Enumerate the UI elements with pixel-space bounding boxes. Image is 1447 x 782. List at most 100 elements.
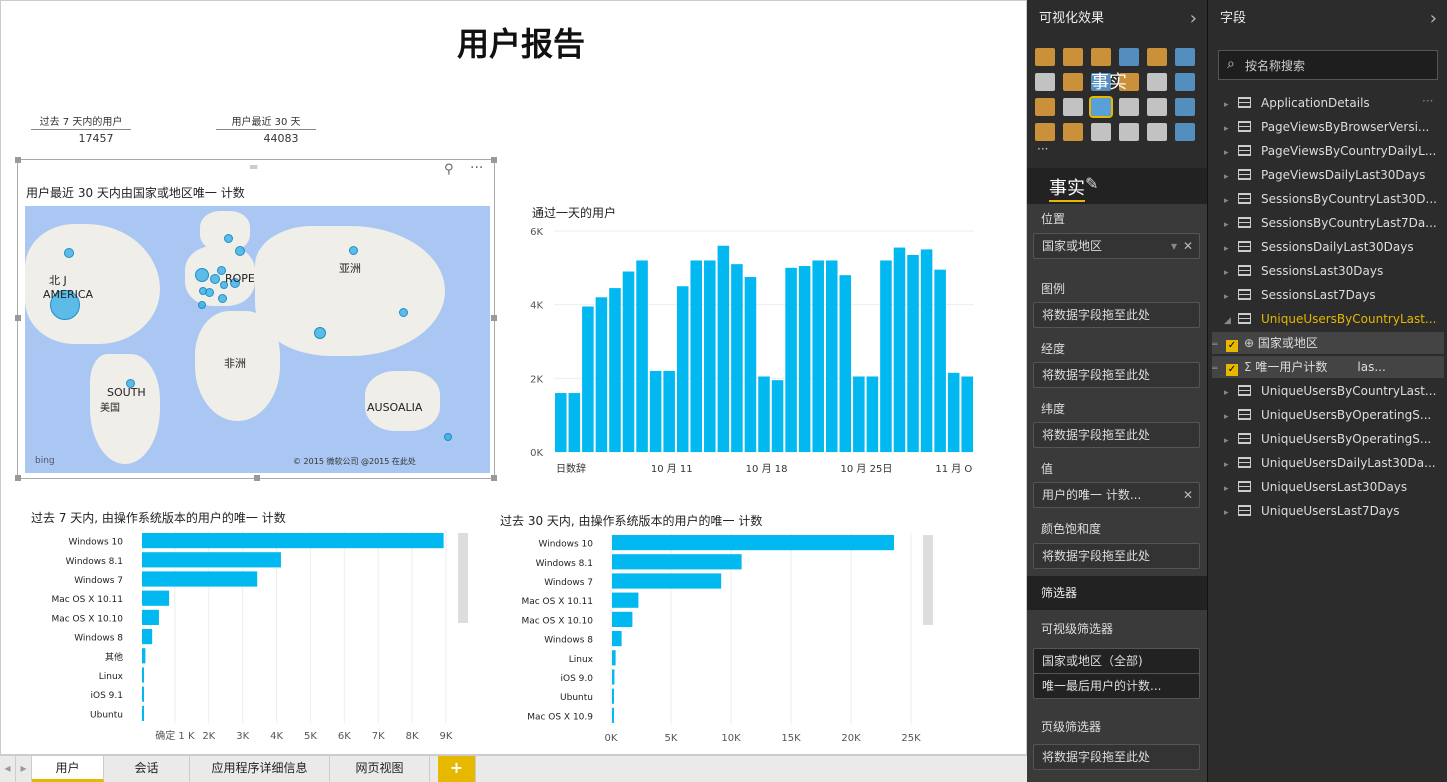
- field-table[interactable]: ▸ SessionsDailyLast30Days: [1224, 236, 1444, 258]
- paint-brush-icon[interactable]: ✎: [1085, 174, 1098, 193]
- bar[interactable]: [880, 260, 892, 452]
- field-table[interactable]: ▸ UniqueUsersDailyLast30Da...: [1224, 452, 1444, 474]
- stacked-column-icon[interactable]: [1063, 48, 1083, 66]
- field-table[interactable]: ▸ UniqueUsersLast7Days: [1224, 500, 1444, 522]
- more-options-icon[interactable]: ···: [470, 160, 483, 176]
- bar[interactable]: [612, 554, 742, 570]
- bar[interactable]: [812, 260, 824, 452]
- remove-icon[interactable]: ✕: [1183, 483, 1193, 507]
- bar[interactable]: [609, 288, 621, 452]
- expand-arrow-icon[interactable]: ▸: [1224, 142, 1238, 164]
- expand-arrow-icon[interactable]: ▸: [1224, 454, 1238, 476]
- gauge-icon[interactable]: [1063, 123, 1083, 141]
- bar[interactable]: [142, 667, 145, 683]
- map-bubble[interactable]: [64, 248, 74, 258]
- 100-column-icon[interactable]: [1175, 48, 1195, 66]
- pie-chart-icon[interactable]: [1035, 98, 1055, 116]
- tab-scroll-left-icon[interactable]: ◂: [0, 756, 16, 782]
- bar[interactable]: [612, 707, 614, 723]
- scatter-chart-icon[interactable]: [1175, 73, 1195, 91]
- well-saturation[interactable]: 将数据字段拖至此处: [1033, 543, 1200, 569]
- resize-handle[interactable]: [491, 315, 497, 321]
- map-bubble[interactable]: [218, 294, 227, 303]
- map-bubble[interactable]: [444, 433, 452, 441]
- clustered-bar-icon[interactable]: [1091, 48, 1111, 66]
- bar[interactable]: [663, 370, 675, 452]
- expand-arrow-icon[interactable]: ▸: [1224, 262, 1238, 284]
- bar[interactable]: [758, 376, 770, 452]
- bar[interactable]: [622, 271, 635, 452]
- map-bubble[interactable]: [195, 268, 209, 282]
- ribbon-chart-icon[interactable]: [1147, 73, 1167, 91]
- tab-scroll-right-icon[interactable]: ▸: [16, 756, 32, 782]
- field-table[interactable]: ▸ UniqueUsersByOperatingS...: [1224, 404, 1444, 426]
- bar[interactable]: [142, 648, 146, 664]
- bar[interactable]: [142, 590, 170, 606]
- tab-fields-well[interactable]: 事实: [1049, 174, 1085, 202]
- drag-grip-icon[interactable]: ═: [250, 160, 257, 174]
- bar[interactable]: [731, 264, 743, 452]
- tab-app-details[interactable]: 应用程序详细信息: [190, 756, 330, 782]
- field-table[interactable]: ▸ UniqueUsersByCountryLast...: [1224, 380, 1444, 402]
- multi-row-card-icon[interactable]: [1119, 123, 1139, 141]
- bar[interactable]: [771, 380, 784, 452]
- resize-handle[interactable]: [491, 157, 497, 163]
- field-table[interactable]: ▸ ApplicationDetails: [1224, 92, 1444, 114]
- 100-bar-icon[interactable]: [1147, 48, 1167, 66]
- expand-arrow-icon[interactable]: ▸: [1224, 166, 1238, 188]
- bar[interactable]: [866, 376, 879, 452]
- table-icon[interactable]: [1119, 98, 1139, 116]
- bar[interactable]: [612, 573, 722, 589]
- field-table[interactable]: ▸ PageViewsDailyLast30Days: [1224, 164, 1444, 186]
- bar[interactable]: [612, 592, 639, 608]
- bar[interactable]: [690, 260, 703, 452]
- resize-handle[interactable]: [15, 315, 21, 321]
- bar[interactable]: [568, 393, 581, 452]
- expand-arrow-icon[interactable]: ▸: [1224, 382, 1238, 404]
- bar[interactable]: [142, 571, 258, 587]
- bar[interactable]: [142, 533, 444, 549]
- expand-arrow-icon[interactable]: ▸: [1224, 406, 1238, 428]
- bar[interactable]: [582, 306, 594, 452]
- stacked-bar-icon[interactable]: [1035, 48, 1055, 66]
- funnel-icon[interactable]: [1035, 123, 1055, 141]
- bar[interactable]: [934, 269, 946, 452]
- resize-handle[interactable]: [15, 475, 21, 481]
- daily-users-chart[interactable]: 0K 2K 4K 6K 日数辞 10 月 11 10 月 18 10 月 25日 11 月 O: [521, 221, 991, 481]
- filled-map-icon[interactable]: [1175, 98, 1195, 116]
- remove-icon[interactable]: ✕: [1183, 234, 1193, 258]
- expand-arrow-icon[interactable]: ▸: [1224, 214, 1238, 236]
- expand-arrow-icon[interactable]: ═: [1212, 334, 1226, 356]
- bar[interactable]: [676, 286, 689, 452]
- expand-arrow-icon[interactable]: ═: [1212, 358, 1226, 380]
- bar[interactable]: [142, 705, 144, 721]
- slicer-icon[interactable]: [1147, 123, 1167, 141]
- expand-arrow-icon[interactable]: ▸: [1224, 286, 1238, 308]
- map-bubble[interactable]: [314, 327, 326, 339]
- expand-arrow-icon[interactable]: ◢: [1224, 310, 1238, 332]
- well-location[interactable]: 国家或地区 ▾ ✕: [1033, 233, 1200, 259]
- donut-icon[interactable]: [1175, 123, 1195, 141]
- bar[interactable]: [612, 631, 622, 647]
- bar[interactable]: [636, 260, 648, 452]
- bar[interactable]: [612, 611, 633, 627]
- more-options-icon[interactable]: ···: [1422, 94, 1433, 108]
- clustered-column-icon[interactable]: [1119, 48, 1139, 66]
- bar[interactable]: [744, 277, 757, 452]
- expand-arrow-icon[interactable]: ▸: [1224, 94, 1238, 116]
- field-table[interactable]: ▸ UniqueUsersLast30Days: [1224, 476, 1444, 498]
- collapse-chevron-icon[interactable]: ›: [1190, 0, 1197, 38]
- bar[interactable]: [825, 260, 838, 452]
- checkbox-icon[interactable]: ✓: [1226, 340, 1238, 352]
- field-table[interactable]: ▸ PageViewsByBrowserVersi...: [1224, 116, 1444, 138]
- line-chart-icon[interactable]: [1035, 73, 1055, 91]
- bar[interactable]: [612, 650, 616, 666]
- field-table[interactable]: ▸ SessionsLast7Days: [1224, 284, 1444, 306]
- bar[interactable]: [853, 376, 865, 452]
- map-bubble[interactable]: [235, 246, 245, 256]
- map-visual[interactable]: ═ ⚲ ··· 用户最近 30 天内由国家或地区唯一 计数 北 J AMERIC…: [15, 157, 497, 481]
- scrollbar[interactable]: [458, 533, 468, 623]
- map-bubble[interactable]: [399, 308, 408, 317]
- well-legend[interactable]: 将数据字段拖至此处: [1033, 302, 1200, 328]
- resize-handle[interactable]: [254, 475, 260, 481]
